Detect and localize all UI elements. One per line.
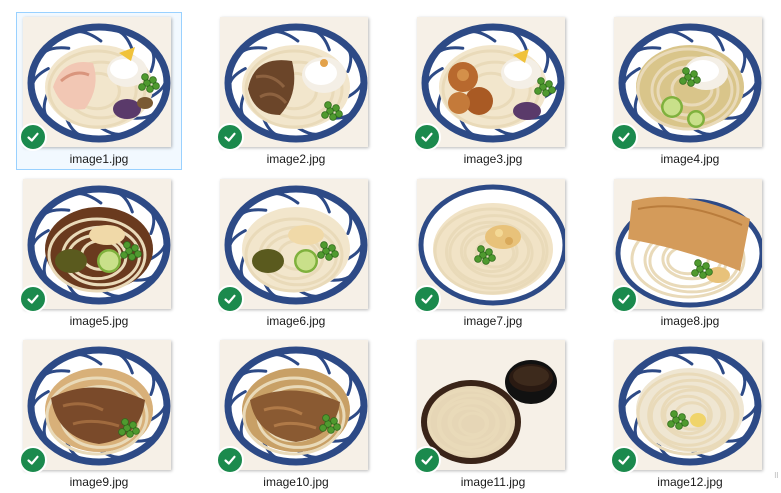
file-name-label: image5.jpg (69, 314, 129, 328)
check-circle-icon (19, 285, 47, 313)
file-tile[interactable]: image3.jpg (410, 12, 576, 170)
file-thumbnail[interactable] (417, 179, 565, 309)
file-tile[interactable]: image9.jpg (16, 335, 182, 493)
beef-grated-radish-udon-thumbnail-image (220, 17, 368, 147)
kamaage-udon-with-ginger-thumbnail-image (614, 340, 762, 470)
check-circle-icon (610, 446, 638, 474)
karaage-udon-thumbnail-image (417, 17, 565, 147)
check-circle-icon (413, 123, 441, 151)
file-thumbnail[interactable] (614, 17, 762, 147)
check-circle-icon (610, 123, 638, 151)
zaru-udon-with-dipping-sauce-thumbnail-image (417, 340, 565, 470)
file-tile[interactable]: image6.jpg (213, 174, 379, 332)
check-circle-icon (413, 446, 441, 474)
file-thumbnail[interactable] (417, 340, 565, 470)
file-thumbnail[interactable] (23, 340, 171, 470)
check-circle-icon (610, 285, 638, 313)
file-name-label: image1.jpg (69, 152, 129, 166)
beef-udon-broth-thumbnail-image (220, 340, 368, 470)
bukkake-udon-with-lime-thumbnail-image (23, 179, 171, 309)
check-circle-icon (413, 285, 441, 313)
check-circle-icon (216, 123, 244, 151)
file-thumbnail[interactable] (23, 179, 171, 309)
file-tile[interactable]: image1.jpg (16, 12, 182, 170)
file-thumbnail[interactable] (614, 340, 762, 470)
file-thumbnail[interactable] (220, 179, 368, 309)
file-tile[interactable]: image8.jpg (607, 174, 773, 332)
kitsune-udon-thumbnail-image (614, 179, 762, 309)
file-name-label: image3.jpg (463, 152, 523, 166)
file-thumbnail-grid: image1.jpg image2.jpg image3.jpg image4.jpg… (0, 0, 781, 489)
bukkake-udon-with-lime-light-thumbnail-image (220, 179, 368, 309)
file-name-label: image6.jpg (266, 314, 326, 328)
file-name-label: image12.jpg (657, 475, 723, 489)
file-thumbnail[interactable] (23, 17, 171, 147)
file-tile[interactable]: image7.jpg (410, 174, 576, 332)
sudachi-oroshi-udon-thumbnail-image (614, 17, 762, 147)
file-name-label: image8.jpg (660, 314, 720, 328)
file-tile[interactable]: image4.jpg (607, 12, 773, 170)
file-name-label: image4.jpg (660, 152, 720, 166)
file-tile[interactable]: image10.jpg (213, 335, 379, 493)
file-name-label: image2.jpg (266, 152, 326, 166)
chicken-shabu-tempura-udon-thumbnail-image (23, 17, 171, 147)
file-thumbnail[interactable] (614, 179, 762, 309)
file-name-label: image10.jpg (263, 475, 329, 489)
check-circle-icon (216, 446, 244, 474)
check-circle-icon (216, 285, 244, 313)
file-tile[interactable]: image12.jpg (607, 335, 773, 493)
check-circle-icon (19, 446, 47, 474)
file-tile[interactable]: image11.jpg (410, 335, 576, 493)
file-thumbnail[interactable] (220, 17, 368, 147)
file-thumbnail[interactable] (220, 340, 368, 470)
file-tile[interactable]: image5.jpg (16, 174, 182, 332)
check-circle-icon (19, 123, 47, 151)
file-tile[interactable]: image2.jpg (213, 12, 379, 170)
file-thumbnail[interactable] (417, 17, 565, 147)
file-name-label: image11.jpg (460, 475, 526, 489)
resize-grip[interactable]: ⠿ (774, 472, 779, 480)
beef-udon-thumbnail-image (23, 340, 171, 470)
file-name-label: image7.jpg (463, 314, 523, 328)
file-name-label: image9.jpg (69, 475, 129, 489)
tempura-flakes-udon-thumbnail-image (417, 179, 565, 309)
